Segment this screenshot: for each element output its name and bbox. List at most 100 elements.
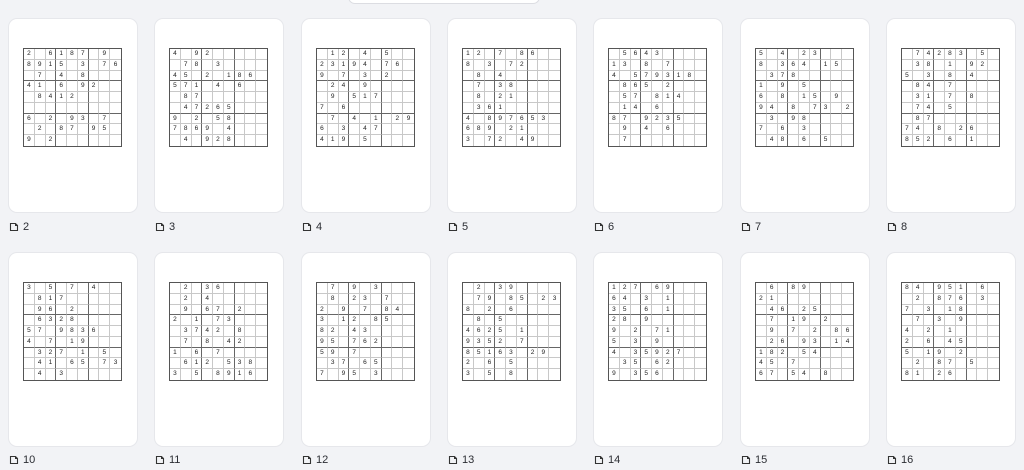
page-card[interactable]: 8495162876373187394212645519228758126 xyxy=(887,253,1015,446)
sudoku-cell: 7 xyxy=(317,102,328,114)
sudoku-cell xyxy=(756,113,767,125)
sudoku-cell: 5 xyxy=(24,326,35,337)
page-icon xyxy=(594,455,604,465)
page-card[interactable]: 7938237297843128582439576259737657953 xyxy=(302,253,430,446)
page-card[interactable]: 4927834521865714687472659258786944928 xyxy=(155,19,283,212)
page-label: 10 xyxy=(9,453,35,467)
sudoku-cell: 6 xyxy=(360,336,371,348)
sudoku-cell: 3 xyxy=(809,49,821,60)
sudoku-cell xyxy=(56,358,68,370)
sudoku-cell xyxy=(934,113,946,125)
page-card[interactable]: 1276964313561289927153943592735629356 xyxy=(594,253,722,446)
page-card[interactable]: 2618798915376748416928412629372879592 xyxy=(9,19,137,212)
sudoku-cell xyxy=(956,369,967,380)
sudoku-cell: 4 xyxy=(223,124,235,136)
page-number: 8 xyxy=(901,221,908,233)
sudoku-cell xyxy=(820,92,832,103)
page-card[interactable]: 2362496722173374287842167612538358916 xyxy=(155,253,283,446)
sudoku-cell: 9 xyxy=(506,283,517,294)
sudoku-cell xyxy=(403,49,414,60)
sudoku-cell xyxy=(370,102,382,114)
sudoku-cell xyxy=(463,102,474,114)
sudoku-cell xyxy=(673,293,685,305)
sudoku-cell xyxy=(403,92,414,103)
page-label: 5 xyxy=(448,220,468,234)
sudoku-cell xyxy=(527,336,539,348)
sudoku-cell: 2 xyxy=(392,113,404,125)
sudoku-cell: 6 xyxy=(662,124,674,136)
page-card[interactable]: 6892146257192972862693141825445767548 xyxy=(741,253,869,446)
sudoku-cell xyxy=(528,369,539,380)
page-number: 15 xyxy=(755,454,768,466)
sudoku-cell: 2 xyxy=(955,124,967,136)
sudoku-cell xyxy=(695,369,706,380)
sudoku-cell: 9 xyxy=(180,304,192,316)
page-card[interactable]: 5423836415378195681599487323987634865 xyxy=(741,19,869,212)
sudoku-grid: 2618798915376748416928412629372879592 xyxy=(23,48,122,147)
page-card[interactable]: 5643138745793188652578141468792359467 xyxy=(594,19,722,212)
sudoku-cell xyxy=(202,113,214,125)
sudoku-cell: 7 xyxy=(338,358,350,370)
sudoku-cell xyxy=(923,124,935,136)
sudoku-cell xyxy=(820,293,832,305)
sudoku-cell: 9 xyxy=(528,135,539,146)
sudoku-cell: 6 xyxy=(495,347,507,359)
sudoku-cell: 8 xyxy=(934,358,946,370)
sudoku-cell xyxy=(516,304,528,316)
sudoku-cell xyxy=(328,369,339,380)
sudoku-cell: 7 xyxy=(945,92,956,103)
sudoku-cell: 5 xyxy=(327,336,339,348)
sudoku-cell: 4 xyxy=(517,135,528,146)
sudoku-cell: 3 xyxy=(631,369,642,380)
sudoku-cell xyxy=(403,60,414,71)
sudoku-cell xyxy=(673,326,685,337)
sudoku-cell xyxy=(966,102,978,114)
sudoku-cell: 2 xyxy=(756,293,767,305)
sudoku-cell xyxy=(842,92,853,103)
sudoku-cell: 1 xyxy=(756,81,767,93)
sudoku-cell xyxy=(977,124,989,136)
page-card[interactable]: 2397985238268546251935278516329265358 xyxy=(448,253,576,446)
sudoku-cell: 9 xyxy=(339,369,350,380)
page-card[interactable]: 1245231947697322499517767412963474195 xyxy=(302,19,430,212)
sudoku-cell xyxy=(202,315,214,327)
sudoku-cell xyxy=(695,348,706,359)
sudoku-cell: 6 xyxy=(202,304,214,316)
sudoku-cell xyxy=(549,369,560,380)
sudoku-cell xyxy=(88,59,100,71)
sudoku-cell: 9 xyxy=(202,135,214,146)
sudoku-cell: 4 xyxy=(56,70,68,82)
sudoku-cell: 7 xyxy=(506,59,517,71)
page-card[interactable]: 1278683728473882136148976536892137249 xyxy=(448,19,576,212)
page-card[interactable]: 3574817962632857983647193271541657343 xyxy=(9,253,137,446)
sudoku-cell: 4 xyxy=(349,113,361,125)
sudoku-cell: 7 xyxy=(213,304,224,316)
sudoku-cell xyxy=(955,326,967,337)
sudoku-cell xyxy=(234,283,246,294)
page-card[interactable]: 7428353819253848473178745877482685261 xyxy=(887,19,1015,212)
sudoku-cell xyxy=(549,49,560,60)
sudoku-cell: 4 xyxy=(766,102,778,114)
sudoku-cell xyxy=(495,304,507,316)
sudoku-cell xyxy=(327,70,339,82)
sudoku-cell xyxy=(966,315,978,327)
sudoku-cell xyxy=(245,49,257,60)
sudoku-cell xyxy=(381,358,393,370)
sudoku-cell: 5 xyxy=(495,315,507,327)
sudoku-cell xyxy=(630,113,642,125)
sudoku-cell: 5 xyxy=(192,369,203,380)
sudoku-cell xyxy=(317,293,328,305)
sudoku-cell: 9 xyxy=(34,304,46,316)
sudoku-cell: 3 xyxy=(652,49,663,60)
sudoku-cell xyxy=(110,337,121,348)
sudoku-cell: 7 xyxy=(641,70,653,82)
sudoku-cell: 8 xyxy=(945,70,956,82)
sudoku-cell xyxy=(78,135,89,146)
sudoku-cell xyxy=(245,59,257,71)
sudoku-cell xyxy=(988,348,999,359)
sudoku-cell: 7 xyxy=(381,293,393,305)
sudoku-cell xyxy=(371,135,382,146)
sudoku-cell: 9 xyxy=(662,283,674,294)
sudoku-cell: 8 xyxy=(923,59,935,71)
sudoku-cell: 8 xyxy=(24,59,35,71)
